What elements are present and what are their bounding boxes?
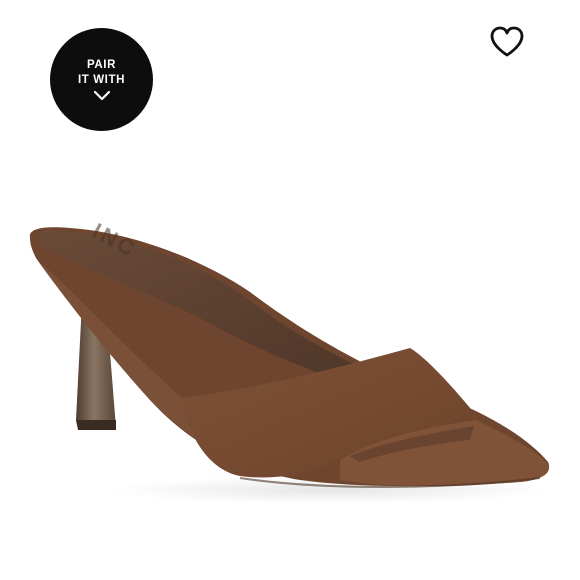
pair-it-with-button[interactable]: PAIR IT WITH bbox=[50, 28, 153, 131]
pair-label-line1: PAIR bbox=[86, 58, 117, 71]
heart-outline-icon[interactable] bbox=[488, 25, 526, 59]
product-image-viewer: INC PAIR IT WITH bbox=[0, 0, 580, 580]
chevron-down-icon bbox=[93, 90, 110, 100]
pair-label-line2: IT WITH bbox=[78, 73, 125, 86]
